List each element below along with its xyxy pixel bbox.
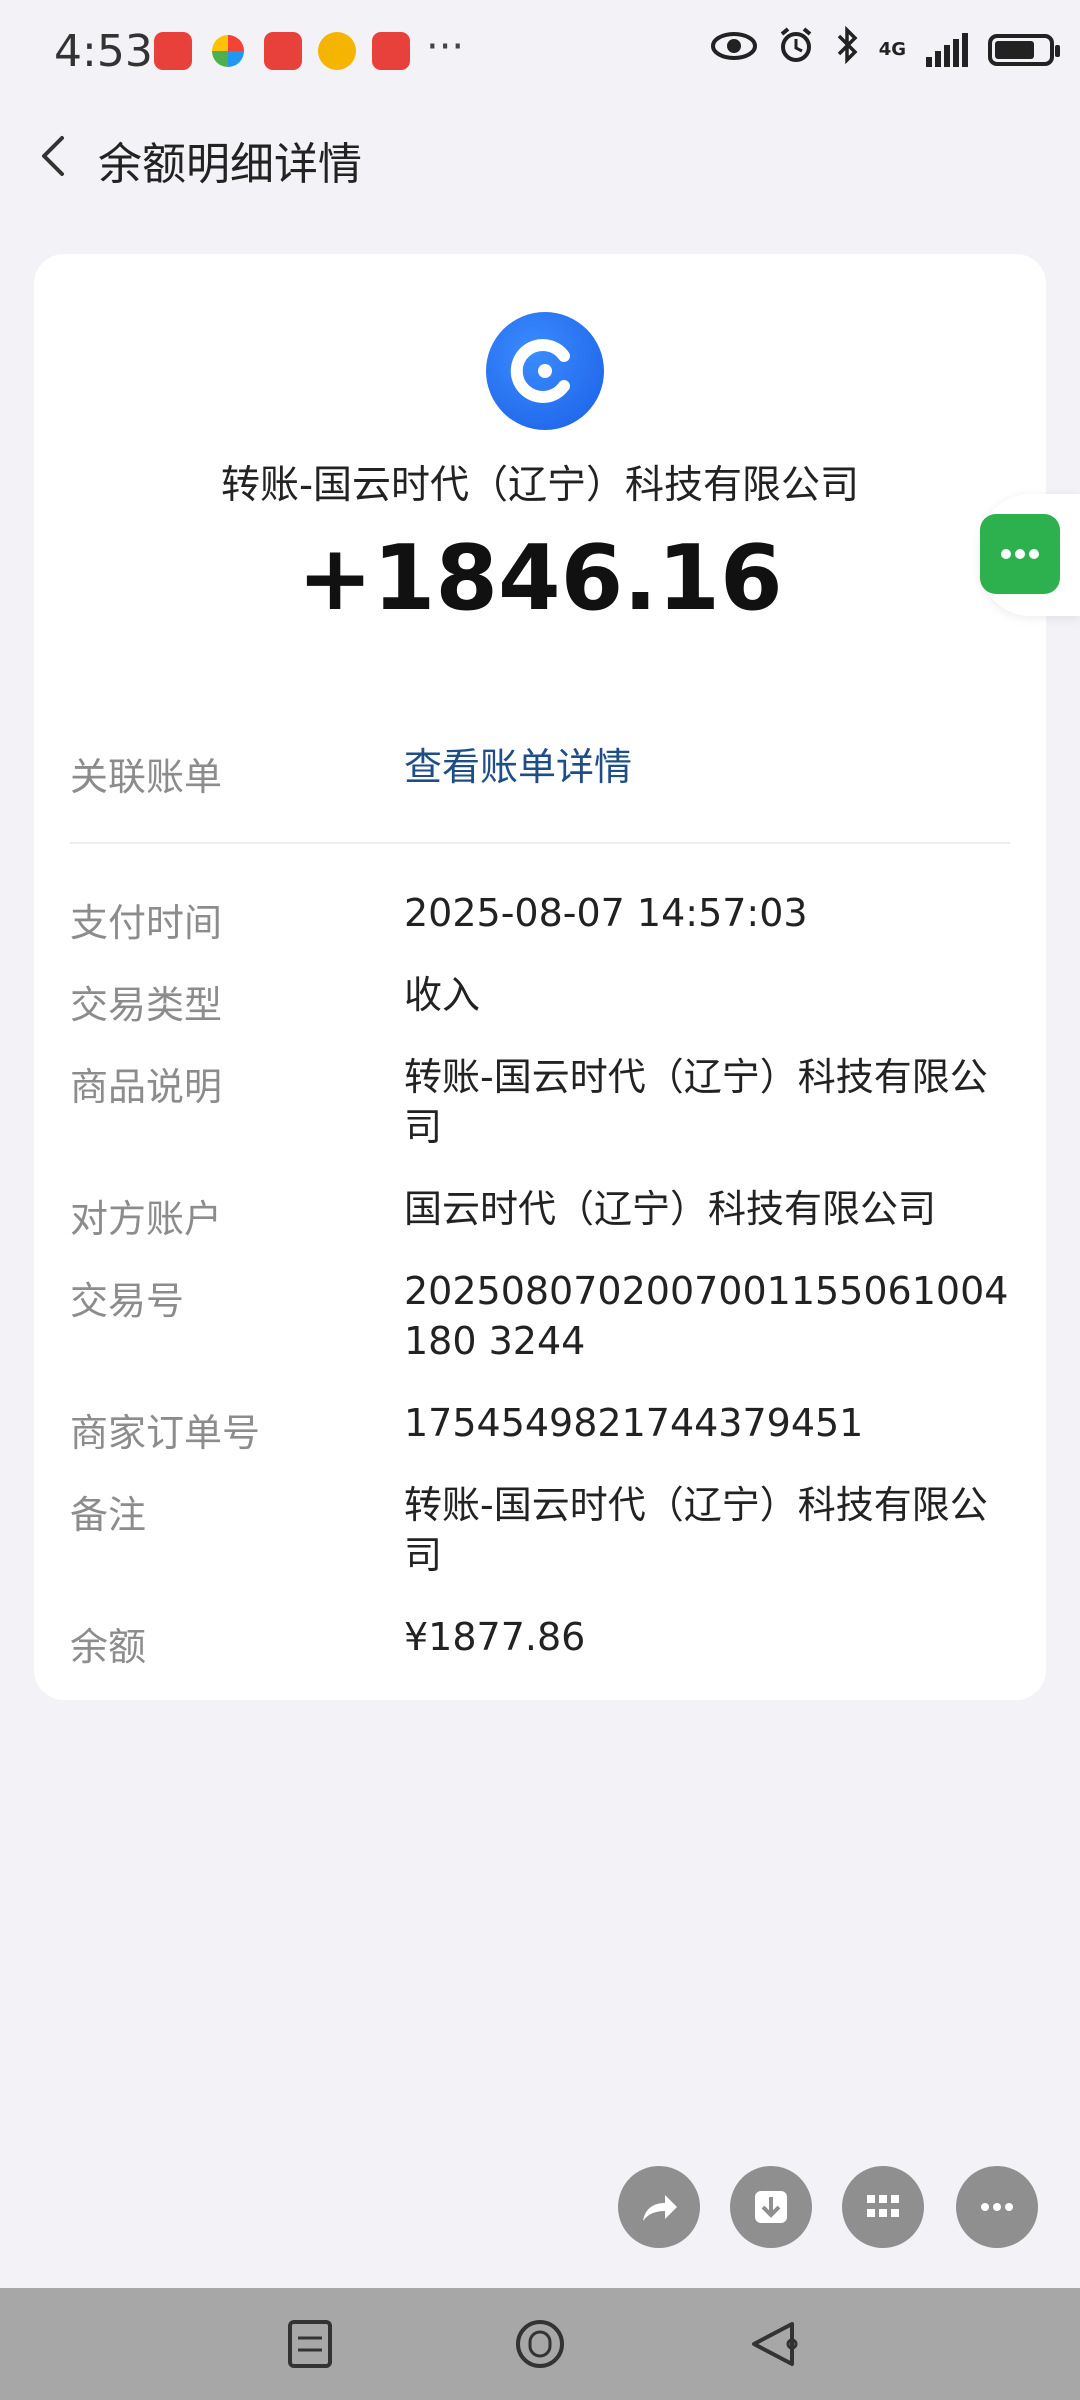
- system-nav-bar: [0, 2288, 1080, 2400]
- app-notification-icon: [372, 32, 410, 70]
- detail-label: 交易类型: [70, 983, 223, 1027]
- detail-label: 余额: [70, 1625, 147, 1669]
- payee-name: 转账-国云时代（辽宁）科技有限公司: [220, 463, 860, 508]
- battery-level: [995, 40, 1034, 59]
- page-title: 余额明细详情: [98, 139, 362, 190]
- alarm-icon: [777, 26, 815, 73]
- share-button[interactable]: [618, 2166, 700, 2248]
- floating-chat-widget: [980, 494, 1080, 616]
- detail-value: ¥1877.86: [404, 1615, 586, 1659]
- signal-icon: [926, 32, 968, 67]
- detail-label: 商家订单号: [70, 1411, 261, 1455]
- more-notifications-icon: ···: [426, 24, 465, 70]
- grid-icon: [867, 2195, 899, 2217]
- divider: [70, 842, 1010, 844]
- detail-value: 转账-国云时代（辽宁）科技有限公司: [404, 1055, 988, 1149]
- chat-button[interactable]: [980, 514, 1060, 594]
- eye-icon: [710, 30, 757, 70]
- recent-apps-button[interactable]: [280, 2314, 340, 2374]
- app-notification-icon: [154, 32, 192, 70]
- more-options-button[interactable]: [956, 2166, 1038, 2248]
- back-triangle-icon: [752, 2322, 798, 2366]
- detail-value: 1754549821744379451: [404, 1401, 864, 1445]
- download-icon: [755, 2191, 787, 2223]
- status-bar: 4:53 ··· 4G: [0, 0, 1080, 106]
- more-icon: [981, 2203, 1013, 2211]
- detail-value: 收入: [404, 973, 481, 1017]
- page-header: 余额明细详情: [0, 110, 1080, 202]
- bluetooth-icon: [835, 25, 859, 73]
- detail-label: 交易号: [70, 1279, 185, 1323]
- linked-bill-label: 关联账单: [70, 755, 223, 799]
- detail-value: 2025080702007001155061004180 3244: [404, 1269, 1009, 1363]
- detail-label: 对方账户: [70, 1197, 223, 1241]
- logo-c-icon: [510, 339, 570, 403]
- transaction-amount: +1846.16: [297, 526, 783, 631]
- view-bill-link[interactable]: 查看账单详情: [404, 742, 1014, 792]
- share-icon: [643, 2195, 677, 2221]
- home-icon: [516, 2320, 564, 2368]
- detail-label: 商品说明: [70, 1065, 223, 1109]
- network-type: 4G: [878, 38, 906, 60]
- chat-bubble-icon: [1001, 549, 1039, 559]
- home-button[interactable]: [510, 2314, 570, 2374]
- chevron-left-icon: [42, 136, 64, 176]
- back-button[interactable]: [28, 128, 84, 184]
- detail-value: 2025-08-07 14:57:03: [404, 891, 808, 935]
- transaction-card: 转账-国云时代（辽宁）科技有限公司 +1846.16 关联账单 查看账单详情 支…: [34, 254, 1046, 1700]
- detail-label: 支付时间: [70, 901, 223, 945]
- grid-button[interactable]: [842, 2166, 924, 2248]
- weibo-icon: [318, 32, 356, 70]
- app-notification-icon: [264, 32, 302, 70]
- status-time: 4:53: [54, 26, 153, 77]
- battery-icon: [988, 33, 1060, 66]
- merchant-logo: [486, 312, 604, 430]
- detail-label: 备注: [70, 1493, 147, 1537]
- back-nav-button[interactable]: [744, 2314, 804, 2374]
- recents-icon: [288, 2320, 332, 2368]
- detail-value: 转账-国云时代（辽宁）科技有限公司: [404, 1483, 988, 1577]
- download-button[interactable]: [730, 2166, 812, 2248]
- app-notification-icon: [212, 35, 244, 67]
- detail-value: 国云时代（辽宁）科技有限公司: [404, 1187, 937, 1231]
